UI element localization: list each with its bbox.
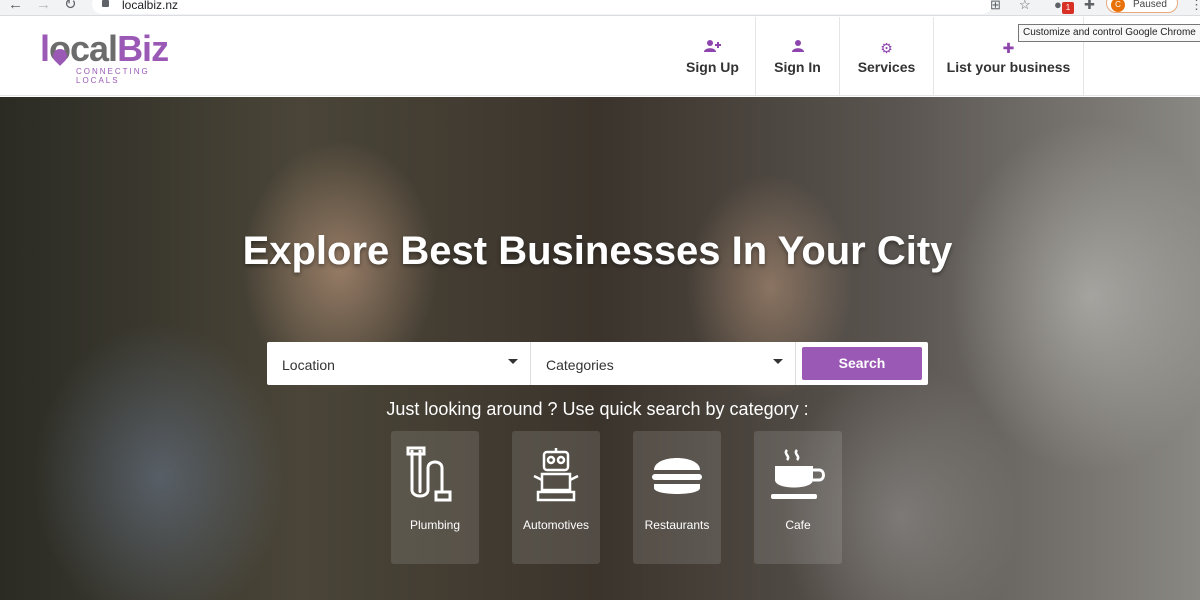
nav-sign-in[interactable]: Sign In: [756, 17, 840, 96]
category-label: Cafe: [785, 518, 811, 532]
user-icon: [791, 39, 805, 57]
category-label: Automotives: [522, 518, 590, 532]
nav-services[interactable]: ⚙ Services: [840, 17, 934, 96]
translate-icon[interactable]: ⊞: [990, 0, 1001, 13]
back-icon[interactable]: ←: [8, 0, 23, 13]
search-button[interactable]: Search: [802, 347, 922, 380]
browser-toolbar: ← → ↻ localbiz.nz ⊞ ☆ ● 1 ✚ C Paused ⋮: [0, 0, 1200, 16]
nav-label: Sign In: [774, 58, 821, 75]
pipe-icon: [391, 445, 479, 505]
reload-icon[interactable]: ↻: [64, 0, 77, 13]
forward-icon[interactable]: →: [36, 0, 51, 13]
user-plus-icon: [703, 39, 722, 57]
logo-tagline: CONNECTING LOCALS: [76, 67, 150, 85]
nav-label: Services: [857, 58, 916, 75]
menu-kebab-icon[interactable]: ⋮: [1190, 0, 1200, 13]
coffee-cup-icon: [754, 445, 842, 505]
categories-select[interactable]: Categories: [531, 342, 796, 385]
profile-button[interactable]: C Paused: [1106, 0, 1178, 13]
plus-icon: ✚: [1002, 39, 1015, 56]
caret-down-icon: [508, 359, 518, 364]
url-text: localbiz.nz: [122, 0, 179, 12]
category-label: Restaurants: [644, 518, 710, 532]
caret-down-icon: [773, 359, 783, 364]
burger-icon: [633, 445, 721, 505]
category-plumbing[interactable]: Plumbing: [391, 431, 479, 564]
category-automotives[interactable]: Automotives: [512, 431, 600, 564]
nav-sign-up[interactable]: Sign Up: [670, 17, 756, 96]
extension-icon[interactable]: ●: [1054, 0, 1062, 13]
search-bar: Location Categories Search: [267, 342, 928, 385]
profile-status: Paused: [1133, 0, 1167, 10]
hero-title: Explore Best Businesses In Your City: [242, 229, 953, 273]
location-value: Location: [282, 357, 335, 373]
category-cafe[interactable]: Cafe: [754, 431, 842, 564]
avatar: C: [1111, 0, 1125, 12]
category-list: Plumbing Automotives Restaurants Cafe: [391, 431, 875, 564]
extension-badge: 1: [1062, 2, 1074, 14]
location-select[interactable]: Location: [267, 342, 531, 385]
categories-value: Categories: [546, 357, 614, 373]
nav-label: Sign Up: [686, 58, 739, 75]
puzzle-icon[interactable]: ✚: [1084, 0, 1095, 13]
bookmark-star-icon[interactable]: ☆: [1019, 0, 1031, 13]
gear-icon: ⚙: [880, 39, 893, 56]
robot-icon: [512, 445, 600, 505]
category-restaurants[interactable]: Restaurants: [633, 431, 721, 564]
hero-banner: Explore Best Businesses In Your City Loc…: [0, 97, 1200, 600]
logo[interactable]: localBiz CONNECTING LOCALS: [40, 29, 190, 89]
lock-icon: [102, 0, 109, 7]
category-label: Plumbing: [409, 518, 461, 532]
nav-label: List your business: [946, 58, 1071, 75]
quick-search-text: Just looking around ? Use quick search b…: [386, 399, 809, 419]
address-bar[interactable]: localbiz.nz: [92, 0, 992, 14]
tooltip: Customize and control Google Chrome: [1018, 24, 1200, 42]
